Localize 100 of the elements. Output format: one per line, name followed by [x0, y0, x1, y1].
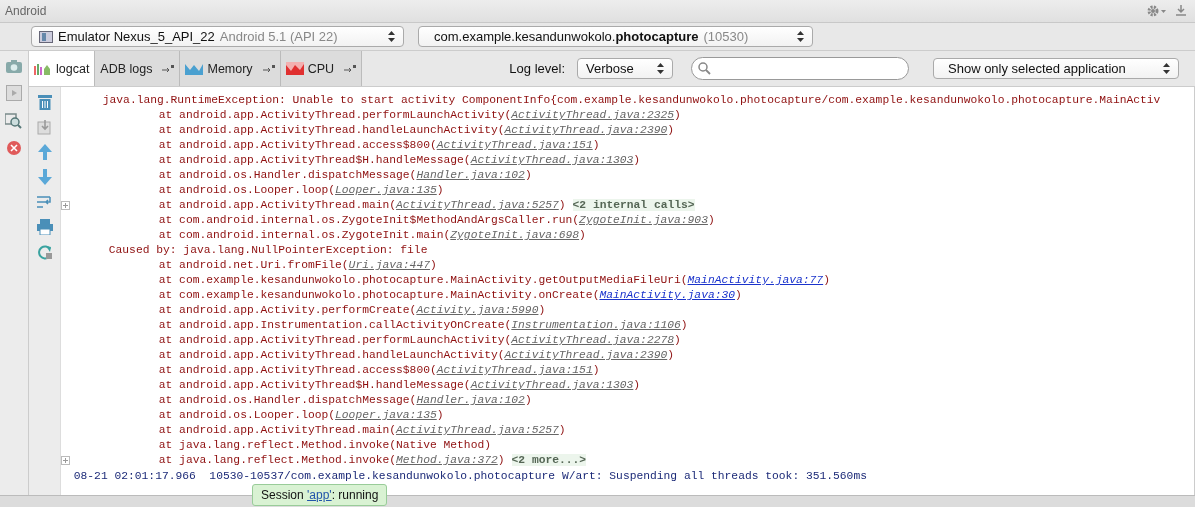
device-detail: Android 5.1 (API 22) [219, 29, 338, 44]
source-link[interactable]: ActivityThread.java:5257 [396, 424, 559, 436]
source-link[interactable]: Looper.java:135 [335, 184, 437, 196]
source-link[interactable]: Method.java:372 [396, 454, 498, 466]
device-dropdown[interactable]: Emulator Nexus_5_API_22 Android 5.1 (API 22) [31, 26, 404, 47]
log-text: at android.app.ActivityThread$H.handleMessage( [158, 154, 471, 166]
search-icon [698, 62, 711, 75]
tooltip-text: Session 'app': running [261, 488, 379, 502]
camera-icon[interactable] [6, 59, 22, 73]
source-link[interactable]: ActivityThread.java:2278 [511, 334, 674, 346]
trash-icon[interactable] [36, 94, 53, 110]
source-link[interactable]: ActivityThread.java:151 [436, 364, 593, 376]
export-icon[interactable] [36, 119, 53, 135]
source-link[interactable]: ActivityThread.java:2390 [504, 349, 668, 361]
log-text: at android.app.ActivityThread.main( [158, 199, 397, 211]
source-link[interactable]: Uri.java:447 [348, 259, 430, 271]
log-text: ) [558, 199, 566, 211]
log-text: at android.app.ActivityThread$H.handleMessage( [158, 379, 471, 391]
log-text: java.lang.RuntimeException: Unable to start activity ComponentInfo{com.example.kesandunwokolo.photocapture/com.example.kesandunwokolo.photocapture.MainActiv [102, 94, 1161, 106]
search-field[interactable] [691, 57, 909, 80]
log-text: ) [823, 274, 830, 286]
log-text: ) [633, 379, 641, 391]
source-link[interactable]: ActivityThread.java:2390 [504, 124, 668, 136]
settings-icon[interactable] [1147, 5, 1167, 17]
device-name: Emulator Nexus_5_API_22 [58, 29, 215, 44]
process-name: com.example.kesandunwokolo.photocapture [434, 29, 699, 44]
log-text: at com.android.internal.os.ZygoteInit$MethodAndArgsCaller.run( [158, 214, 580, 226]
source-link[interactable]: Activity.java:5990 [416, 304, 539, 316]
detach-icon[interactable] [344, 64, 357, 73]
arrow-up-icon[interactable] [37, 144, 52, 160]
source-link[interactable]: Looper.java:135 [335, 409, 437, 421]
memory-chart-icon [185, 62, 204, 75]
source-link[interactable]: ActivityThread.java:2325 [511, 109, 674, 121]
log-text: ) [674, 334, 681, 346]
source-link[interactable]: ZygoteInit.java:698 [450, 229, 580, 241]
logcat-icon [34, 62, 52, 75]
log-text: at android.app.ActivityThread.handleLaunchActivity( [158, 349, 505, 361]
source-link[interactable]: ActivityThread.java:1303 [470, 154, 634, 166]
source-link[interactable]: Instrumentation.java:1106 [511, 319, 681, 331]
log-text: at android.os.Looper.loop( [158, 409, 336, 421]
folded-calls[interactable]: <2 internal calls> [572, 199, 695, 211]
folded-calls[interactable]: <2 more...> [511, 454, 587, 466]
stepper-icon [657, 63, 664, 74]
tab[interactable]: CPU [280, 51, 363, 86]
close-icon[interactable] [7, 141, 21, 155]
source-link[interactable]: Handler.java:102 [416, 394, 525, 406]
stepper-icon [388, 31, 395, 42]
log-text: at com.android.internal.os.ZygoteInit.main( [158, 229, 451, 241]
source-link[interactable]: ActivityThread.java:1303 [470, 379, 634, 391]
source-link[interactable]: MainActivity.java:77 [687, 274, 824, 286]
log-text: ) [667, 349, 674, 361]
soft-wrap-icon[interactable] [36, 194, 53, 210]
log-text: ) [497, 454, 505, 466]
log-text: ) [579, 229, 586, 241]
source-link[interactable]: ActivityThread.java:5257 [396, 199, 559, 211]
tab[interactable]: logcat [29, 51, 96, 86]
log-level-label: Log level: [509, 61, 565, 76]
source-link[interactable]: ZygoteInit.java:903 [579, 214, 708, 226]
log-text: at android.os.Handler.dispatchMessage( [158, 394, 417, 406]
log-text: at android.app.Instrumentation.callActivityOnCreate( [158, 319, 512, 331]
log-text: ) [735, 289, 742, 301]
log-text: ) [429, 259, 437, 271]
log-text: ) [680, 319, 688, 331]
arrow-down-icon[interactable] [37, 169, 52, 185]
hide-panel-icon[interactable] [1175, 5, 1187, 17]
process-id: (10530) [703, 29, 749, 44]
log-text: at com.example.kesandunwokolo.photocapture.MainActivity.getOutputMediaFileUri( [158, 274, 688, 286]
stepper-icon [797, 31, 804, 42]
process-dropdown[interactable]: com.example.kesandunwokolo.photocapture (10530) [418, 26, 813, 47]
stepper-icon [1163, 63, 1170, 74]
log-text: ) [524, 394, 532, 406]
log-text: at android.app.ActivityThread.access$800( [158, 139, 437, 151]
restart-icon[interactable] [36, 244, 53, 260]
filter-dropdown[interactable]: Show only selected application [933, 58, 1179, 79]
source-link[interactable]: MainActivity.java:30 [599, 289, 736, 301]
log-text: ) [538, 304, 546, 316]
log-level-dropdown[interactable]: Verbose [577, 58, 673, 79]
log-text: at java.lang.reflect.Method.invoke( [158, 454, 397, 466]
cpu-chart-icon [285, 62, 304, 75]
log-text: at android.app.ActivityThread.main( [158, 424, 397, 436]
log-text: at android.app.Activity.performCreate( [158, 304, 417, 316]
inspect-icon[interactable] [5, 113, 23, 129]
log-text: ) [558, 424, 566, 436]
app-link[interactable]: 'app' [307, 488, 332, 502]
log-text: at android.app.ActivityThread.handleLaunchActivity( [158, 124, 505, 136]
expand-icon[interactable] [61, 456, 70, 465]
tab[interactable]: ADB logs [95, 51, 181, 86]
expand-icon[interactable] [61, 201, 70, 210]
print-icon[interactable] [36, 219, 53, 235]
device-icon [39, 30, 53, 43]
source-link[interactable]: ActivityThread.java:151 [436, 139, 593, 151]
source-link[interactable]: Handler.java:102 [416, 169, 525, 181]
detach-icon[interactable] [162, 64, 175, 73]
log-text: at android.app.ActivityThread.performLaunchActivity( [158, 109, 512, 121]
log-text: ) [592, 364, 600, 376]
record-icon[interactable] [6, 85, 22, 101]
log-text: ) [436, 409, 444, 421]
log-text: at android.app.ActivityThread.access$800( [158, 364, 437, 376]
tab[interactable]: Memory [180, 51, 281, 86]
detach-icon[interactable] [262, 64, 275, 73]
